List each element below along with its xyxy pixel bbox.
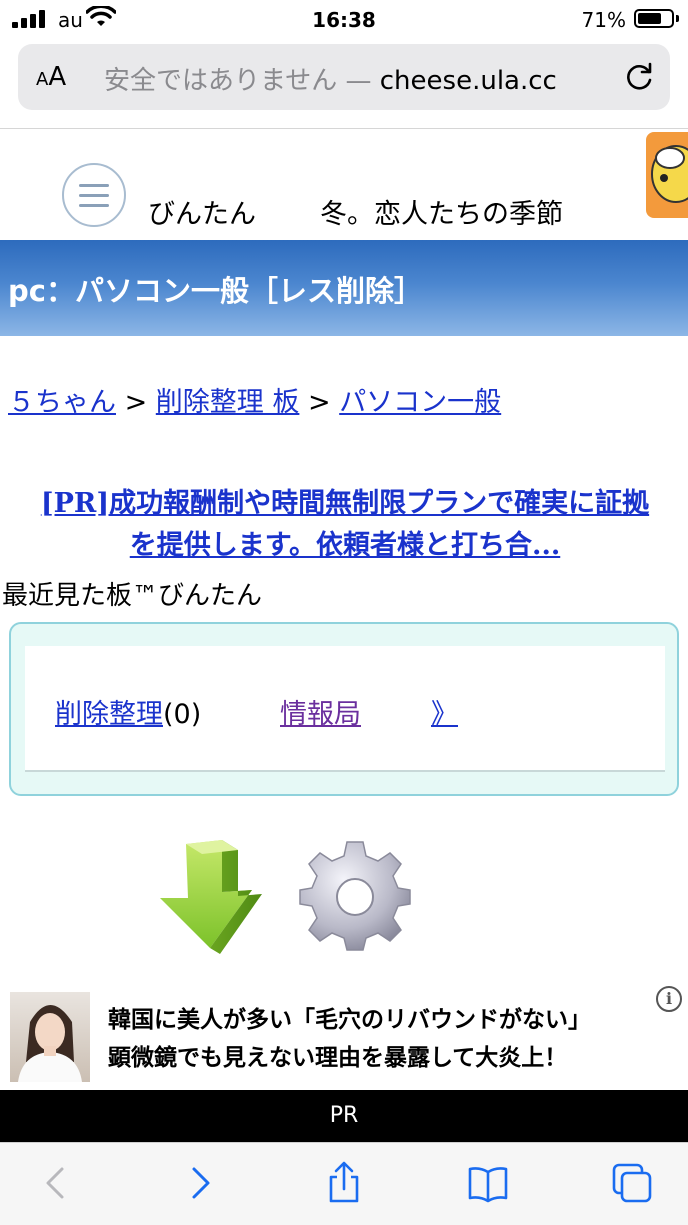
recent-boards-list: 削除整理(0) 情報局 》 xyxy=(25,646,665,772)
url-text[interactable]: 安全ではありません — cheese.ula.cc xyxy=(104,60,557,97)
menu-button[interactable] xyxy=(62,163,126,227)
ad-thumbnail[interactable] xyxy=(10,992,90,1082)
breadcrumb-link-home[interactable]: ５ちゃん xyxy=(8,387,116,418)
site-name: びんたん xyxy=(148,199,256,230)
mascot-image[interactable] xyxy=(646,132,688,218)
battery-icon xyxy=(634,9,674,28)
pr-link-line2[interactable]: を提供します。依頼者様と打ち合... xyxy=(130,530,561,561)
breadcrumb-link-board[interactable]: 削除整理 板 xyxy=(156,387,300,418)
breadcrumb-link-category[interactable]: パソコン一般 xyxy=(339,387,501,418)
recent-board-item: 情報局 xyxy=(280,692,361,731)
recent-board-item: 削除整理(0) xyxy=(55,692,201,731)
breadcrumb: ５ちゃん > 削除整理 板 > パソコン一般 xyxy=(8,380,501,419)
download-arrow-icon[interactable] xyxy=(156,836,268,956)
ad-headline-line1[interactable]: 韓国に美人が多い「毛穴のリバウンドがない」 xyxy=(108,1000,591,1034)
recent-board-link-deletion[interactable]: 削除整理 xyxy=(55,699,163,730)
forward-icon[interactable] xyxy=(178,1161,222,1205)
divider xyxy=(0,128,688,129)
recent-board-link-info[interactable]: 情報局 xyxy=(280,699,361,730)
board-title: pc：パソコン一般［レス削除］ xyxy=(8,274,423,308)
breadcrumb-separator: > xyxy=(116,387,156,418)
recent-board-more: 》 xyxy=(431,692,458,731)
share-icon[interactable] xyxy=(322,1161,366,1205)
browser-toolbar xyxy=(0,1142,688,1225)
status-bar: au 16:38 71% xyxy=(0,0,688,40)
back-icon[interactable] xyxy=(34,1161,78,1205)
ad-info-icon[interactable]: i xyxy=(656,986,682,1012)
domain-label: cheese.ula.cc xyxy=(379,66,557,96)
battery-percent: 71% xyxy=(581,8,626,32)
pr-ad-link[interactable]: [PR]成功報酬制や時間無制限プランで確実に証拠 を提供します。依頼者様と打ち合… xyxy=(10,483,680,567)
bookmarks-icon[interactable] xyxy=(466,1161,510,1205)
reader-options-button[interactable]: AA xyxy=(36,62,66,92)
address-bar[interactable]: AA 安全ではありません — cheese.ula.cc xyxy=(18,44,670,110)
recent-board-count: (0) xyxy=(163,699,202,730)
more-link[interactable]: 》 xyxy=(431,699,458,730)
breadcrumb-separator: > xyxy=(299,387,340,418)
recent-boards-heading: 最近見た板™びんたん xyxy=(2,581,263,611)
recent-boards-box: 削除整理(0) 情報局 》 xyxy=(9,622,679,796)
settings-gear-icon[interactable] xyxy=(298,838,412,952)
tabs-icon[interactable] xyxy=(610,1161,654,1205)
board-banner: pc：パソコン一般［レス削除］ xyxy=(0,240,688,336)
ad-headline-line2[interactable]: 顕微鏡でも見えない理由を暴露して大炎上！ xyxy=(108,1038,567,1072)
site-tagline: 冬。恋人たちの季節 xyxy=(320,199,563,230)
pr-link-line1[interactable]: [PR]成功報酬制や時間無制限プランで確実に証拠 xyxy=(41,488,649,519)
battery-nub xyxy=(676,15,679,22)
ad-banner[interactable]: 韓国に美人が多い「毛穴のリバウンドがない」 顕微鏡でも見えない理由を暴露して大炎… xyxy=(0,984,688,1088)
ad-pr-label: PR xyxy=(0,1090,688,1142)
insecure-label: 安全ではありません — xyxy=(104,66,372,96)
reload-icon[interactable] xyxy=(622,60,656,94)
